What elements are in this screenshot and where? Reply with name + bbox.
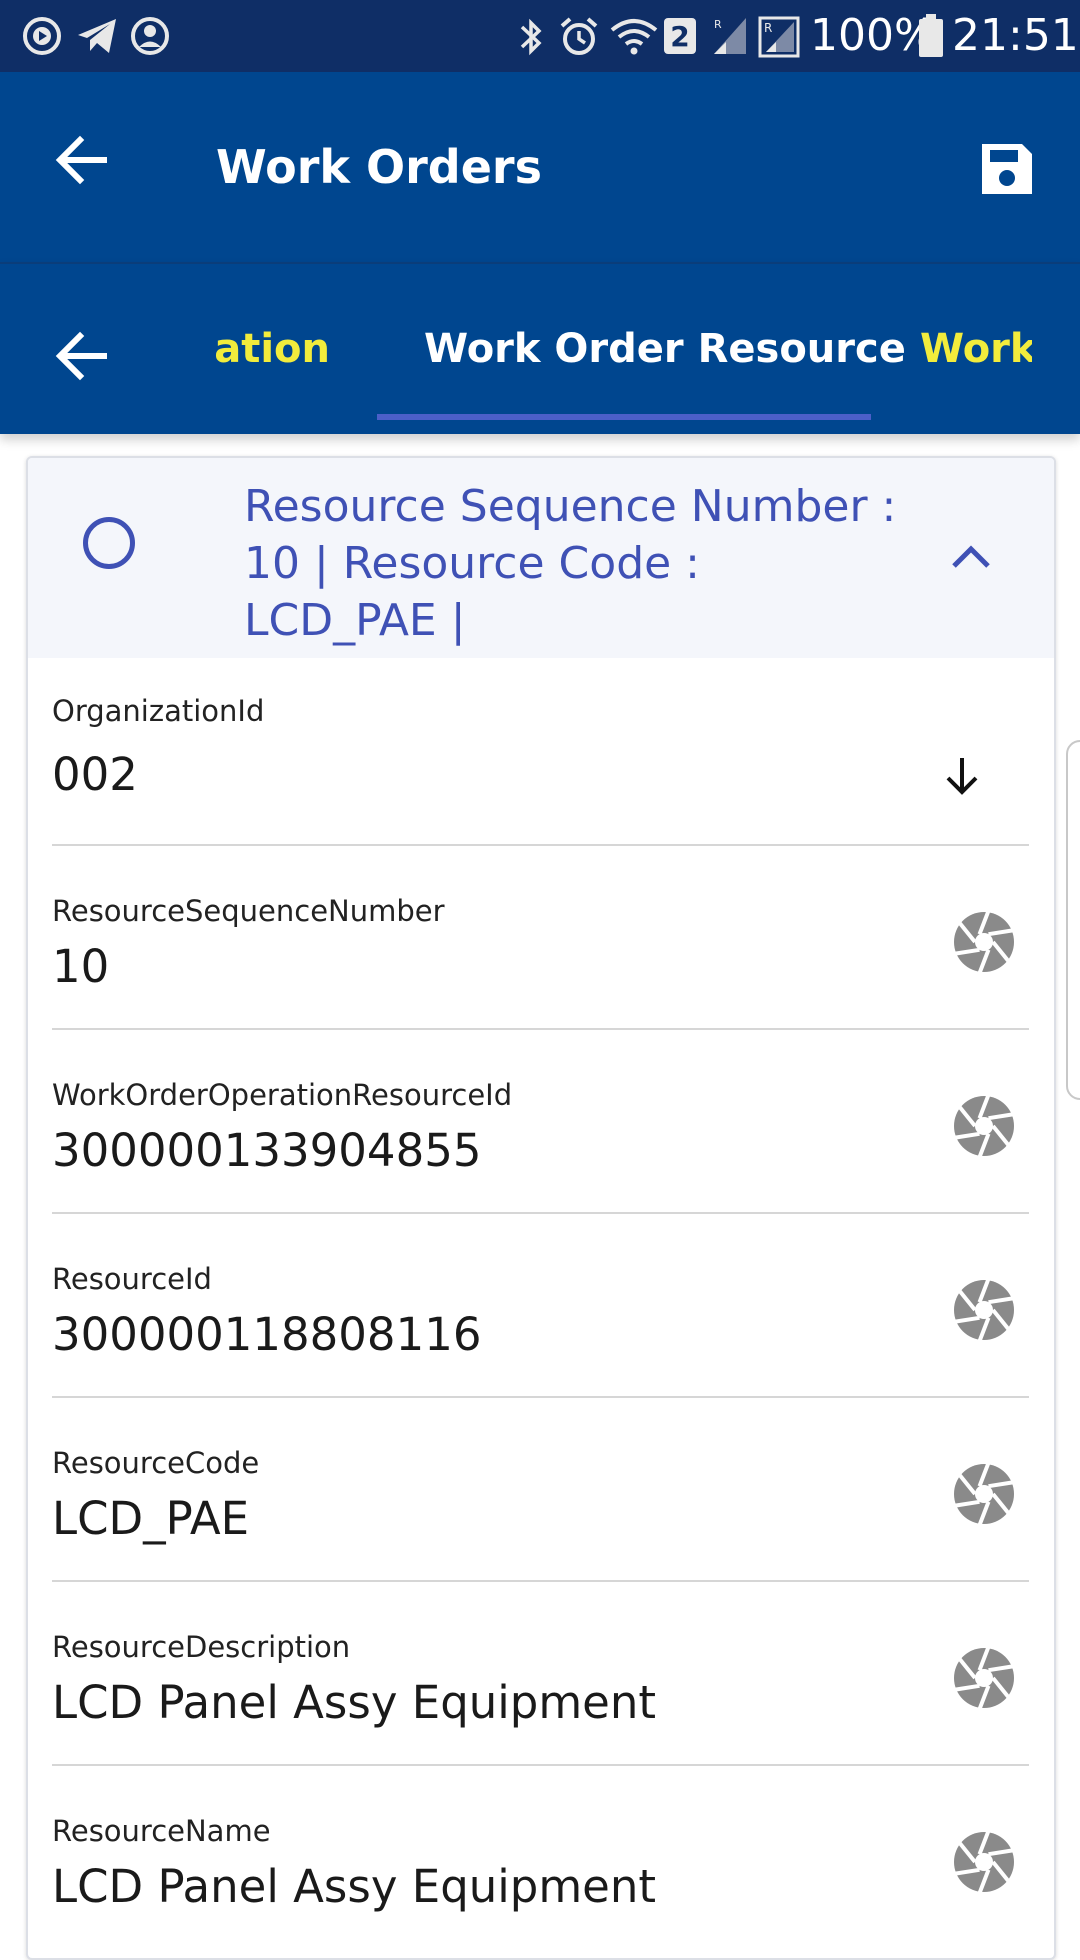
field-value: LCD Panel Assy Equipment bbox=[52, 1676, 657, 1729]
field-resource-code[interactable]: ResourceCode LCD_PAE bbox=[52, 1396, 1029, 1582]
tab-work-order-resource[interactable]: Work Order Resource bbox=[424, 326, 906, 372]
clock: 21:51 bbox=[952, 10, 1079, 61]
field-value: 300000118808116 bbox=[52, 1308, 482, 1361]
card-title: Resource Sequence Number : 10 | Resource… bbox=[244, 478, 944, 649]
field-value: LCD_PAE bbox=[52, 1492, 250, 1545]
field-resource-sequence-number[interactable]: ResourceSequenceNumber 10 bbox=[52, 844, 1029, 1030]
field-value: 300000133904855 bbox=[52, 1124, 482, 1177]
card-title-line1: Resource Sequence Number : bbox=[244, 481, 897, 532]
active-tab-indicator bbox=[377, 414, 871, 420]
status-bar: 2 R R 100% 21:51 bbox=[0, 0, 1080, 72]
field-label: OrganizationId bbox=[52, 694, 265, 728]
app-bar: Work Orders bbox=[0, 72, 1080, 262]
field-value: LCD Panel Assy Equipment bbox=[52, 1860, 657, 1913]
svg-text:R: R bbox=[764, 21, 772, 35]
arrow-back-icon[interactable] bbox=[52, 130, 112, 190]
card-header[interactable]: Resource Sequence Number : 10 | Resource… bbox=[28, 458, 1054, 658]
field-resource-name[interactable]: ResourceName LCD Panel Assy Equipment bbox=[52, 1764, 1029, 1948]
tab-next[interactable]: Work ( bbox=[920, 326, 1032, 372]
chevron-up-icon[interactable] bbox=[948, 536, 994, 576]
field-label: ResourceCode bbox=[52, 1446, 260, 1480]
field-label: ResourceSequenceNumber bbox=[52, 894, 445, 928]
alarm-icon bbox=[560, 17, 598, 55]
battery-icon bbox=[919, 14, 943, 57]
field-resource-id[interactable]: ResourceId 300000118808116 bbox=[52, 1212, 1029, 1398]
camera-aperture-icon[interactable] bbox=[952, 910, 1016, 974]
field-value: 10 bbox=[52, 940, 110, 993]
sim-badge: 2 bbox=[664, 18, 696, 54]
field-label: ResourceDescription bbox=[52, 1630, 351, 1664]
field-work-order-operation-resource-id[interactable]: WorkOrderOperationResourceId 30000013390… bbox=[52, 1028, 1029, 1214]
field-value: 002 bbox=[52, 748, 138, 801]
signal-icon: R bbox=[714, 18, 746, 54]
camera-aperture-icon[interactable] bbox=[952, 1646, 1016, 1710]
sim-badge-number: 2 bbox=[670, 20, 690, 53]
field-organization-id[interactable]: OrganizationId 002 bbox=[52, 658, 1029, 846]
field-label: ResourceId bbox=[52, 1262, 212, 1296]
camera-aperture-icon[interactable] bbox=[952, 1094, 1016, 1158]
page-title: Work Orders bbox=[216, 140, 542, 194]
camera-aperture-icon[interactable] bbox=[952, 1830, 1016, 1894]
battery-percent: 100% bbox=[810, 10, 936, 61]
camera-aperture-icon[interactable] bbox=[952, 1462, 1016, 1526]
telegram-icon bbox=[78, 19, 116, 53]
select-radio[interactable] bbox=[83, 517, 135, 569]
svg-text:R: R bbox=[714, 18, 722, 31]
field-label: ResourceName bbox=[52, 1814, 271, 1848]
account-circle-icon bbox=[131, 17, 169, 55]
side-panel-edge[interactable] bbox=[1066, 740, 1080, 1100]
signal-roaming-icon: R bbox=[758, 16, 800, 58]
field-resource-description[interactable]: ResourceDescription LCD Panel Assy Equip… bbox=[52, 1580, 1029, 1766]
card-title-line2: 10 | Resource Code : bbox=[244, 538, 701, 589]
play-circle-icon bbox=[23, 17, 61, 55]
tabs-back-icon[interactable] bbox=[52, 326, 112, 386]
arrow-down-icon[interactable] bbox=[940, 754, 984, 798]
tabs-bar: vation Work Order Resource Work ( bbox=[0, 262, 1080, 434]
card-title-line3: LCD_PAE | bbox=[244, 595, 466, 646]
tab-previous[interactable]: vation bbox=[214, 326, 330, 372]
bluetooth-icon bbox=[520, 18, 542, 56]
save-icon[interactable] bbox=[978, 140, 1036, 198]
resource-card: Resource Sequence Number : 10 | Resource… bbox=[26, 456, 1056, 1960]
wifi-icon bbox=[610, 19, 658, 55]
camera-aperture-icon[interactable] bbox=[952, 1278, 1016, 1342]
field-label: WorkOrderOperationResourceId bbox=[52, 1078, 513, 1112]
